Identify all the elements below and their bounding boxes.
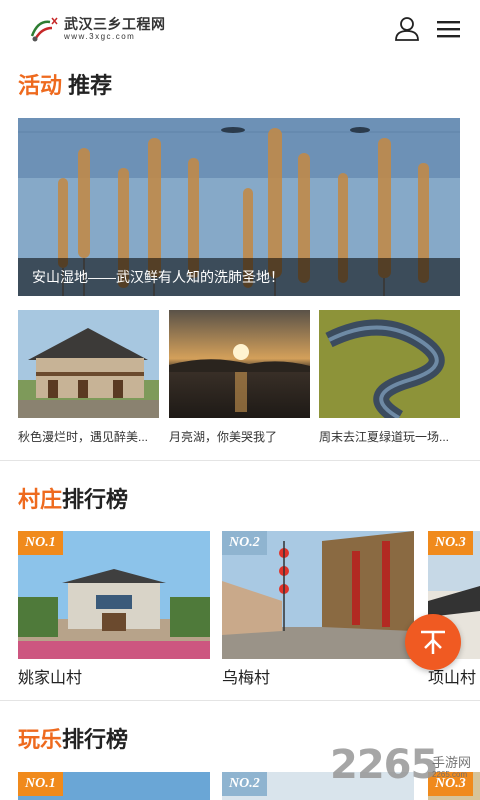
thumb-greenway[interactable]: [319, 310, 460, 418]
logo-name: 武汉三乡工程网: [64, 16, 166, 32]
section-title-rest: 排行榜: [62, 727, 129, 752]
header: 武汉三乡工程网 www.3xgc.com: [0, 0, 480, 60]
village-card-2[interactable]: NO.2: [222, 531, 414, 659]
thumb-image-road: [319, 310, 460, 418]
village-card-1[interactable]: NO.1: [18, 531, 210, 659]
section-title-accent: 活动: [18, 73, 63, 98]
play-card-1[interactable]: NO.1: [18, 772, 210, 800]
rank-badge: NO.1: [18, 772, 63, 796]
divider: [0, 700, 480, 701]
rank-badge: NO.2: [222, 772, 267, 796]
menu-icon[interactable]: [434, 14, 464, 44]
user-icon[interactable]: [392, 14, 422, 44]
section-title-activity: 活动 推荐: [18, 68, 112, 100]
rank-badge: NO.3: [428, 531, 473, 555]
thumb-autumn[interactable]: [18, 310, 159, 418]
section-title-village: 村庄排行榜: [18, 482, 128, 514]
thumb-caption: 周末去江夏绿道玩一场...: [319, 430, 450, 444]
thumb-caption: 秋色漫烂时，遇见醉美...: [18, 430, 149, 444]
thumb-caption: 月亮湖，你美哭我了: [169, 430, 278, 444]
watermark-url: 2265.com: [432, 770, 468, 779]
hero-banner[interactable]: 安山湿地——武汉鲜有人知的洗肺圣地！: [18, 118, 460, 296]
back-to-top-icon: [421, 630, 445, 654]
rank-badge: NO.1: [18, 531, 63, 555]
section-title-rest: 排行榜: [62, 487, 129, 512]
thumb-image-house: [18, 310, 159, 418]
rank-badge: NO.2: [222, 531, 267, 555]
section-title-accent: 玩乐: [18, 727, 63, 752]
village-name[interactable]: 乌梅村: [222, 664, 270, 688]
hero-caption: 安山湿地——武汉鲜有人知的洗肺圣地！: [18, 258, 460, 296]
watermark-number: 2265: [330, 742, 438, 788]
watermark: 2265 手游网 2265.com: [330, 742, 480, 796]
divider: [0, 460, 480, 461]
village-name[interactable]: 姚家山村: [18, 664, 82, 688]
thumb-image-sunset: [169, 310, 310, 418]
thumb-moon-lake[interactable]: [169, 310, 310, 418]
section-title-play: 玩乐排行榜: [18, 722, 128, 754]
section-title-rest: 推荐: [62, 73, 113, 98]
logo-mark-icon: [28, 14, 62, 44]
back-to-top-button[interactable]: [405, 614, 461, 670]
logo-url: www.3xgc.com: [64, 32, 136, 41]
section-title-accent: 村庄: [18, 487, 63, 512]
site-logo[interactable]: 武汉三乡工程网 www.3xgc.com: [28, 14, 166, 44]
watermark-site: 手游网: [432, 755, 472, 770]
